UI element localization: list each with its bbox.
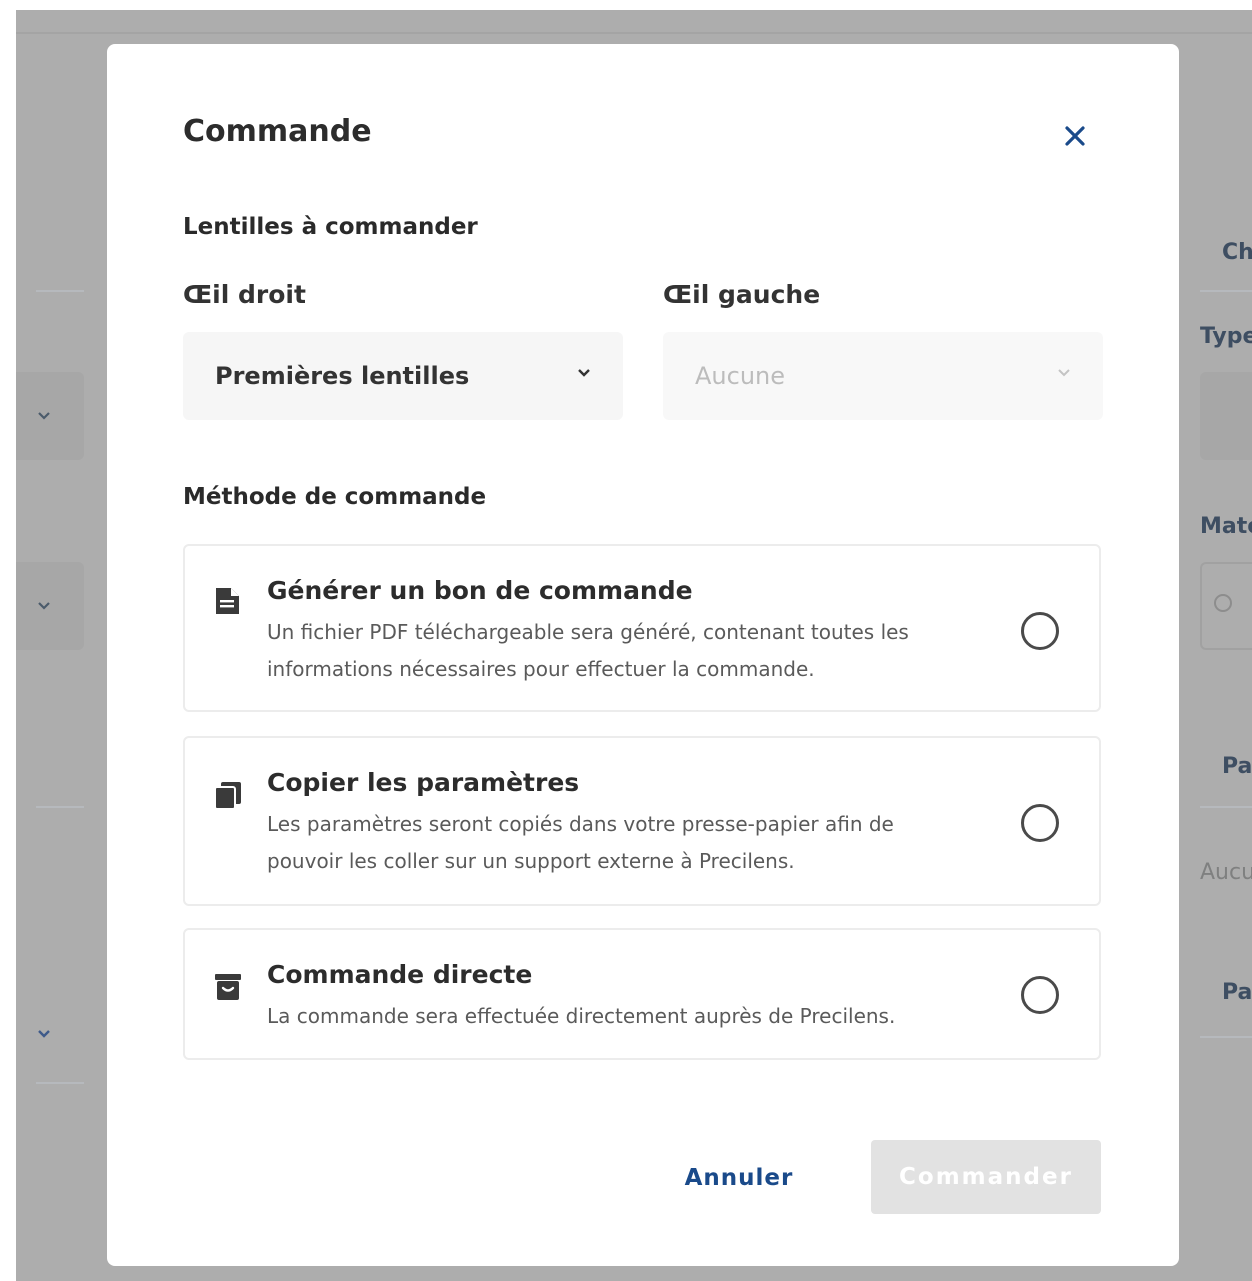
option-title: Copier les paramètres	[267, 768, 580, 797]
chevron-down-icon	[578, 369, 590, 377]
background-text: Pa	[1222, 980, 1252, 1005]
radio-direct-order[interactable]	[1021, 976, 1059, 1014]
chevron-down-icon	[1058, 369, 1070, 377]
option-description: Un fichier PDF téléchargeable sera génér…	[267, 614, 967, 688]
background-text: Type	[1200, 324, 1252, 349]
left-eye-select[interactable]: Aucune	[663, 332, 1103, 420]
copy-icon	[214, 782, 241, 810]
background-text: Maté	[1200, 514, 1252, 539]
option-description: La commande sera effectuée directement a…	[267, 998, 967, 1035]
option-copy-parameters[interactable]: Copier les paramètres Les paramètres ser…	[183, 736, 1101, 906]
radio-copy-parameters[interactable]	[1021, 804, 1059, 842]
close-button[interactable]	[1057, 118, 1093, 154]
radio-generate-order-form[interactable]	[1021, 612, 1059, 650]
background-select	[1200, 372, 1252, 460]
background-divider	[36, 1082, 84, 1084]
lenses-section-label: Lentilles à commander	[183, 214, 478, 240]
document-icon	[216, 588, 239, 614]
background-divider	[36, 290, 84, 292]
package-icon	[215, 974, 241, 1000]
background-text: Aucu	[1200, 860, 1252, 885]
left-eye-label: Œil gauche	[663, 280, 821, 309]
right-eye-select-value: Premières lentilles	[215, 362, 470, 390]
background-text: Pa	[1222, 754, 1252, 779]
option-description-line: Un fichier PDF téléchargeable sera génér…	[267, 620, 909, 644]
background-divider	[1200, 806, 1252, 808]
info-icon	[1214, 594, 1232, 612]
option-description-line: La commande sera effectuée directement a…	[267, 1004, 896, 1028]
right-eye-label: Œil droit	[183, 280, 306, 309]
order-button[interactable]: Commander	[871, 1140, 1101, 1214]
background-text: Ch	[1222, 240, 1252, 265]
option-description-line: pouvoir les coller sur un support extern…	[267, 849, 795, 873]
order-modal: Commande Lentilles à commander Œil droit…	[107, 44, 1179, 1266]
background-divider	[1200, 290, 1252, 292]
option-direct-order[interactable]: Commande directe La commande sera effect…	[183, 928, 1101, 1060]
background-divider	[36, 806, 84, 808]
option-title: Commande directe	[267, 960, 533, 989]
background-divider	[16, 32, 1252, 34]
chevron-down-icon	[38, 602, 50, 610]
chevron-down-icon	[38, 412, 50, 420]
option-description-line: informations nécessaires pour effectuer …	[267, 657, 815, 681]
modal-title: Commande	[183, 114, 372, 149]
option-description: Les paramètres seront copiés dans votre …	[267, 806, 967, 880]
right-eye-select[interactable]: Premières lentilles	[183, 332, 623, 420]
close-icon	[1065, 126, 1085, 146]
option-description-line: Les paramètres seront copiés dans votre …	[267, 812, 894, 836]
background-divider	[1200, 1036, 1252, 1038]
method-section-label: Méthode de commande	[183, 484, 487, 510]
left-eye-select-value: Aucune	[695, 362, 786, 390]
option-generate-order-form[interactable]: Générer un bon de commande Un fichier PD…	[183, 544, 1101, 712]
chevron-down-icon	[38, 1030, 50, 1038]
option-title: Générer un bon de commande	[267, 576, 693, 605]
cancel-button[interactable]: Annuler	[669, 1142, 809, 1214]
